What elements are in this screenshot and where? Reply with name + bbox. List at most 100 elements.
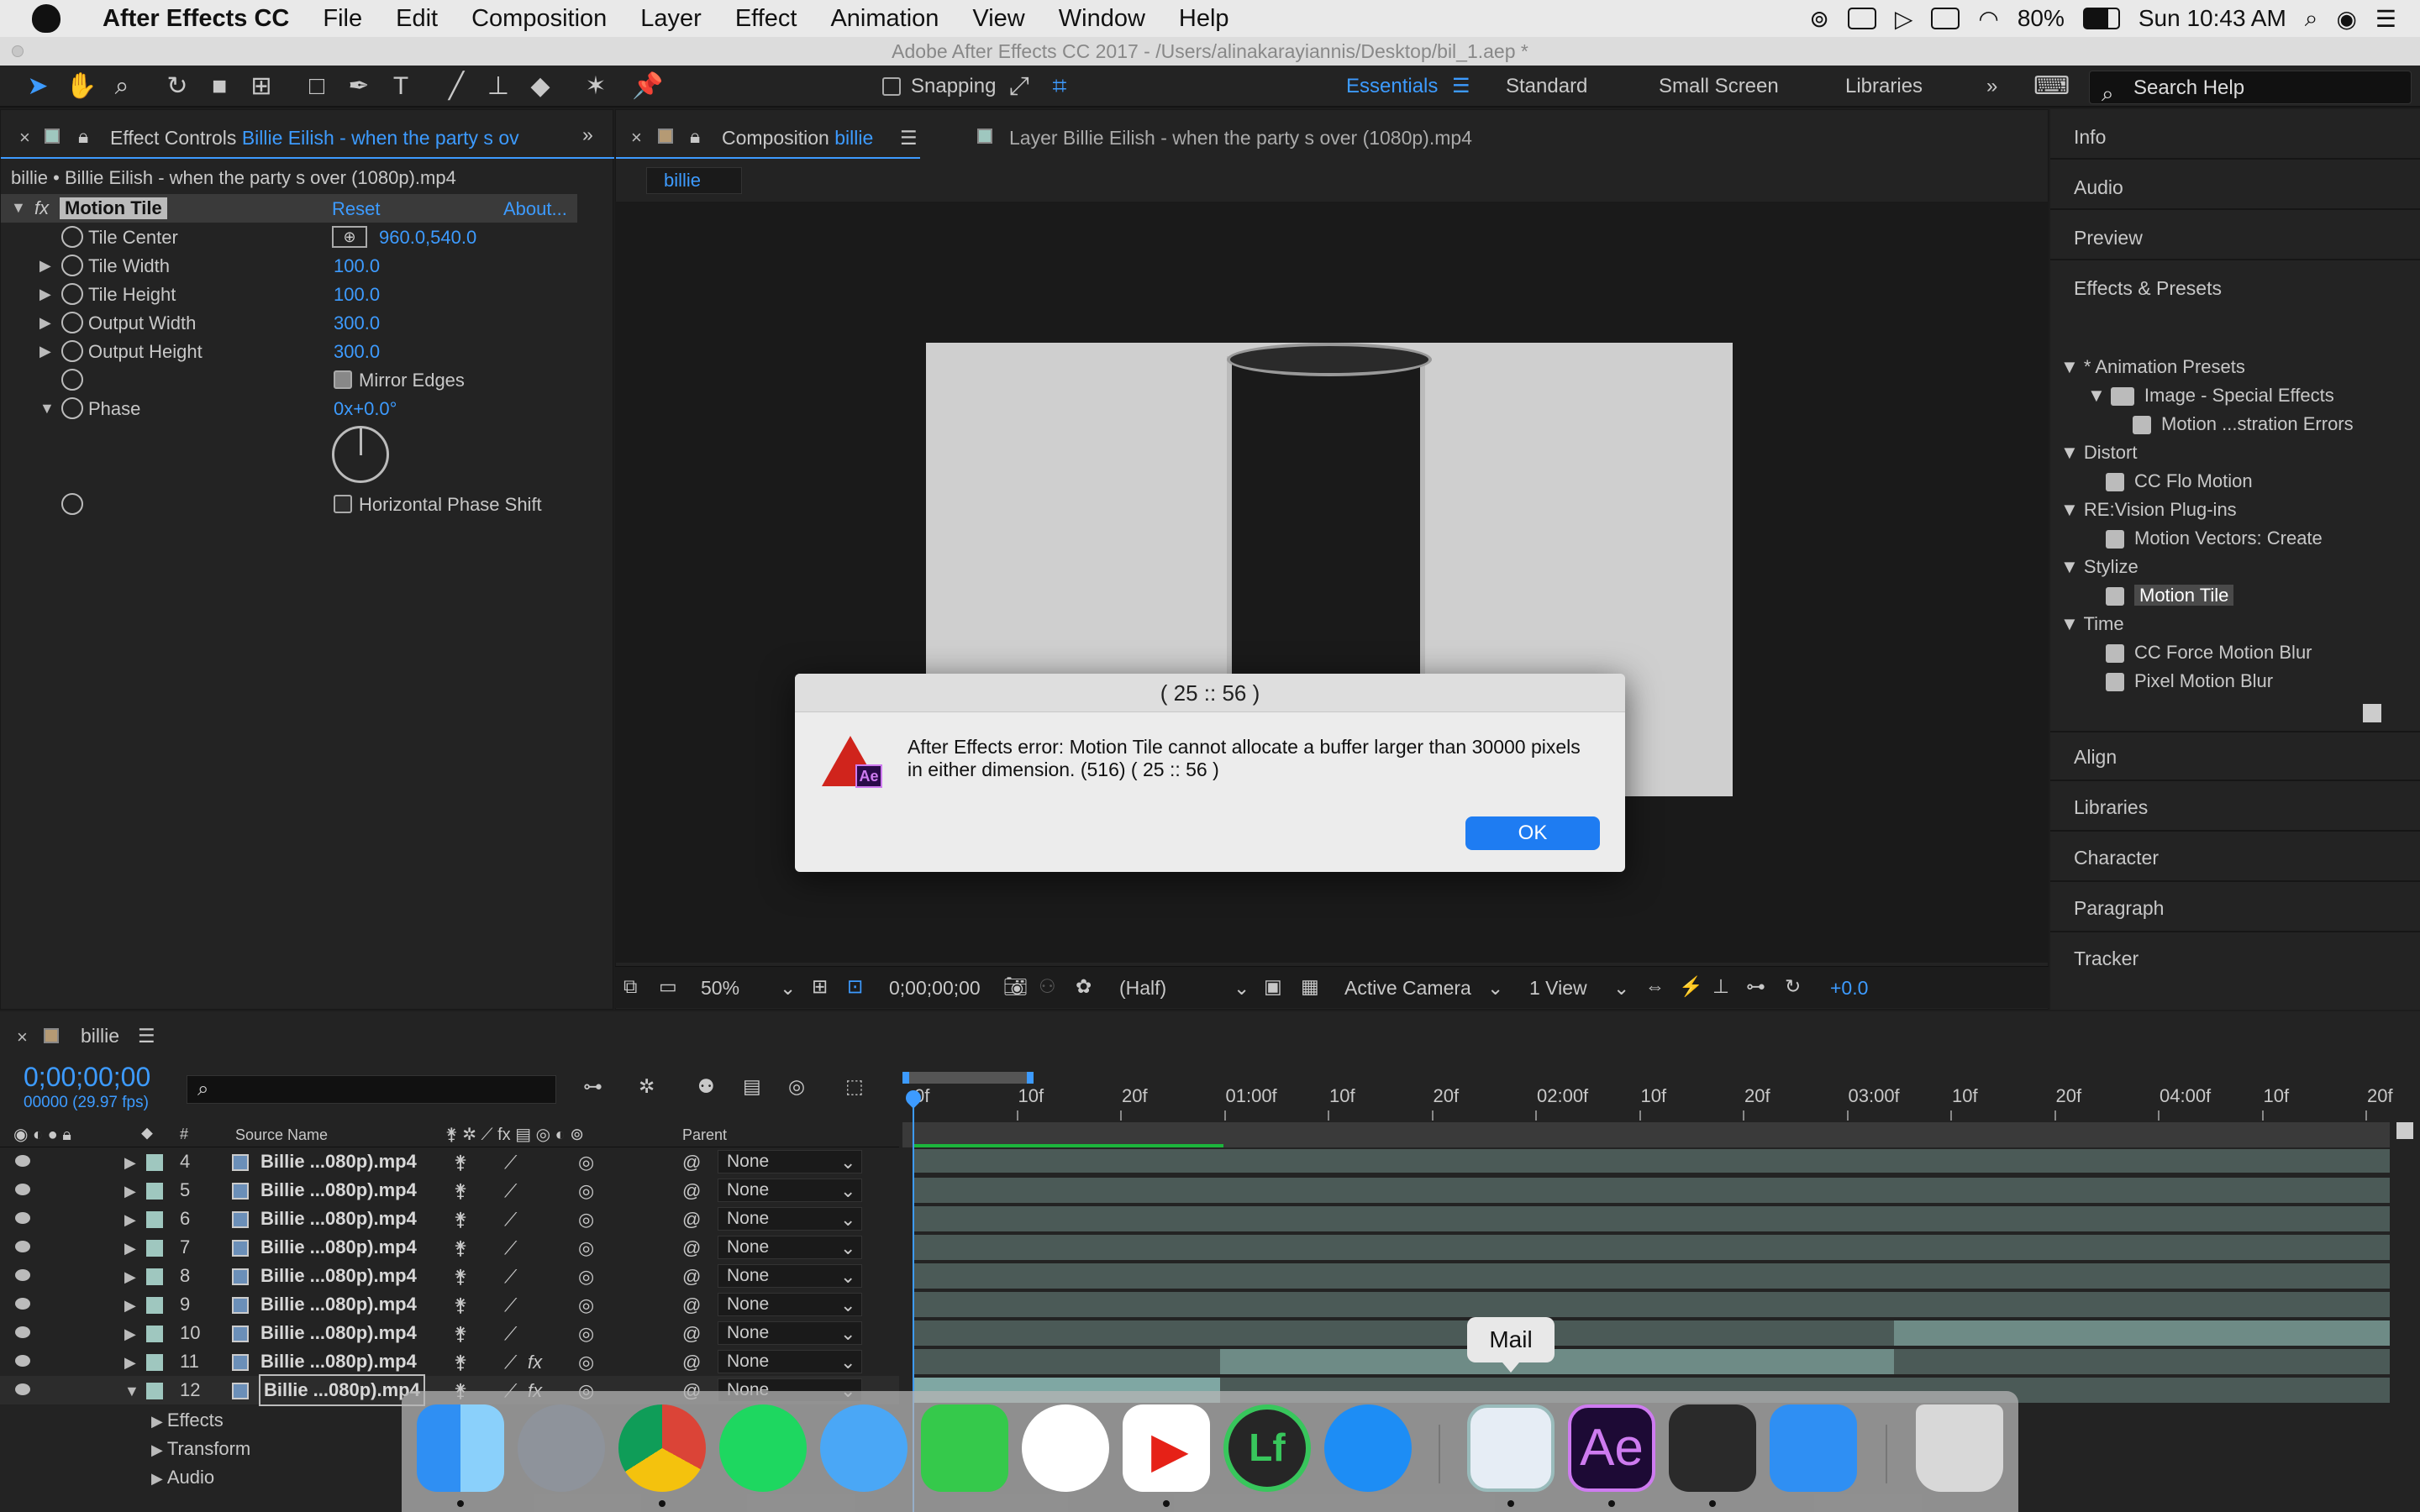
reset-button[interactable]: Reset [332,198,380,220]
transparency-grid-icon[interactable]: ▦ [1301,975,1319,998]
composition-panel-menu-icon[interactable]: ☰ [900,127,918,150]
layer-name[interactable]: Billie ...080p).mp4 [260,1147,417,1176]
effect-controls-layer-name[interactable]: Billie Eilish - when the party s ov [242,127,519,149]
motion-blur-icon[interactable]: ◎ [788,1075,805,1098]
effects-tree-item[interactable]: CC Force Motion Blur [2106,642,2312,664]
shy-switch-icon[interactable]: ⚵ [454,1352,467,1373]
play-icon[interactable]: ▷ [1895,5,1913,33]
snap-feature-icon[interactable]: ⌗ [1045,72,1074,101]
chevron-down-icon[interactable]: ⌄ [840,1294,855,1316]
layer-row[interactable]: ▶ 5 Billie ...080p).mp4 ⚵ ⟋ ◎ @ None ⌄ [0,1176,899,1205]
collapse-icon[interactable]: ▼ [2060,499,2084,520]
layer-name[interactable]: Billie ...080p).mp4 [260,1176,417,1205]
pickwhip-icon[interactable]: @ [682,1209,701,1231]
stopwatch-icon[interactable] [61,226,83,248]
type-tool-icon[interactable]: T [387,72,415,101]
pan-behind-tool-icon[interactable]: ⊞ [247,72,276,101]
facetime-icon[interactable] [921,1404,1008,1492]
quality-switch-icon[interactable]: ⟋ [504,1352,517,1373]
spotify-icon[interactable] [719,1404,807,1492]
prop-value[interactable]: 100.0 [334,284,380,306]
layer-duration-bar[interactable] [914,1206,2390,1231]
snapping-checkbox[interactable] [882,77,901,96]
brush-tool-icon[interactable]: ╱ [442,72,471,101]
chevron-down-icon[interactable]: ⌄ [840,1352,855,1373]
layer-color-label[interactable] [146,1297,163,1314]
layer-color-label[interactable] [146,1268,163,1285]
visibility-eye-icon[interactable] [15,1269,30,1281]
effects-tree-group[interactable]: ▼ * Animation Presets [2060,356,2245,378]
graph-editor-icon[interactable]: ⬚ [845,1075,864,1098]
visibility-eye-icon[interactable] [15,1383,30,1395]
solo-cup-icon[interactable] [1022,1404,1109,1492]
collapse-icon[interactable]: ▼ [39,400,55,417]
effects-tree-item[interactable]: Motion Vectors: Create [2106,528,2323,549]
puppet-pin-tool-icon[interactable]: 📌 [632,72,663,101]
close-panel-icon[interactable]: × [17,1026,28,1048]
mail-icon[interactable] [1467,1404,1555,1492]
layer-duration-bar[interactable] [914,1349,2390,1374]
layer-color-label[interactable] [146,1211,163,1228]
shy-switch-icon[interactable]: ⚵ [454,1237,467,1259]
stopwatch-icon[interactable] [61,255,83,276]
work-area-bar[interactable] [902,1072,1034,1084]
effects-tree-item[interactable]: Motion ...stration Errors [2133,413,2354,435]
pickwhip-icon[interactable]: @ [682,1152,701,1173]
mirror-edges-label[interactable]: Mirror Edges [359,370,465,391]
final-cut-icon[interactable] [1669,1404,1756,1492]
new-bin-icon[interactable] [2363,704,2381,722]
visibility-eye-icon[interactable] [15,1184,30,1195]
timeline-icon[interactable]: ⊥ [1712,975,1729,998]
apple-icon[interactable] [32,4,60,33]
pen-tool-icon[interactable]: ✒ [345,72,373,101]
shy-switch-icon[interactable]: ⚵ [454,1152,467,1173]
prop-value[interactable]: 300.0 [334,341,380,363]
menu-layer[interactable]: Layer [623,5,718,33]
info-panel-header[interactable]: Info [2074,126,2106,149]
lock-icon[interactable]: 🔒︎ [690,125,700,148]
pickwhip-icon[interactable]: @ [682,1266,701,1288]
timeline-current-time[interactable]: 0;00;00;00 [24,1062,150,1093]
battery-icon[interactable] [2082,8,2120,29]
menu-effect[interactable]: Effect [718,5,814,33]
layer-color-label[interactable] [146,1154,163,1171]
shy-switch-icon[interactable]: ⚵ [454,1209,467,1231]
trash-icon[interactable] [1916,1404,2003,1492]
expand-icon[interactable]: ▶ [39,286,51,303]
timeline-expand-icon[interactable] [2396,1122,2413,1139]
collapse-icon[interactable]: ▼ [124,1383,139,1400]
prop-value[interactable]: 960.0,540.0 [379,227,476,249]
shy-switch-icon[interactable]: ⚵ [454,1180,467,1202]
launchpad-icon[interactable] [518,1404,605,1492]
flowchart-icon[interactable]: ⊶ [1746,975,1765,998]
effects-tree-item[interactable]: Motion Tile [2106,585,2234,606]
monitor-icon[interactable]: ▭ [659,975,677,998]
frame-blending-icon[interactable]: ▤ [743,1075,761,1098]
timeline-search-field[interactable]: ⌕ [187,1075,556,1104]
libraries-panel-header[interactable]: Libraries [2074,796,2148,819]
reset-exposure-icon[interactable]: ↻ [1785,975,1801,998]
expand-icon[interactable]: ▶ [124,1211,136,1229]
expand-icon[interactable]: ▶ [39,257,51,275]
menu-animation[interactable]: Animation [813,5,955,33]
viewer-timecode[interactable]: 0;00;00;00 [889,977,981,1000]
clipboard-icon[interactable] [1847,8,1876,29]
layer-duration-bar[interactable] [914,1178,2390,1203]
snapping-label[interactable]: Snapping [911,66,996,108]
clip-segment[interactable] [1894,1320,2390,1346]
clone-stamp-tool-icon[interactable]: ⊥ [484,72,513,101]
audio-panel-header[interactable]: Audio [2074,176,2123,199]
effect-controls-tab[interactable]: Effect Controls Billie Eilish - when the… [110,127,519,150]
snap-edge-icon[interactable]: ⤢ [1005,72,1034,101]
layer-name[interactable]: Billie ...080p).mp4 [260,1262,417,1290]
ok-button[interactable]: OK [1465,816,1600,850]
chevron-down-icon[interactable]: ⌄ [840,1323,855,1345]
quality-switch-icon[interactable]: ⟋ [504,1152,517,1173]
stopwatch-icon[interactable] [61,397,83,419]
effects-tree-group[interactable]: ▼ Time [2060,613,2124,635]
layer-row[interactable]: ▶ 9 Billie ...080p).mp4 ⚵ ⟋ ◎ @ None ⌄ [0,1290,899,1319]
expand-icon[interactable]: ▶ [124,1326,136,1343]
layer-duration-bar[interactable] [914,1149,2390,1173]
app-store-icon[interactable] [1324,1404,1412,1492]
effect-name[interactable]: Motion Tile [60,197,167,219]
